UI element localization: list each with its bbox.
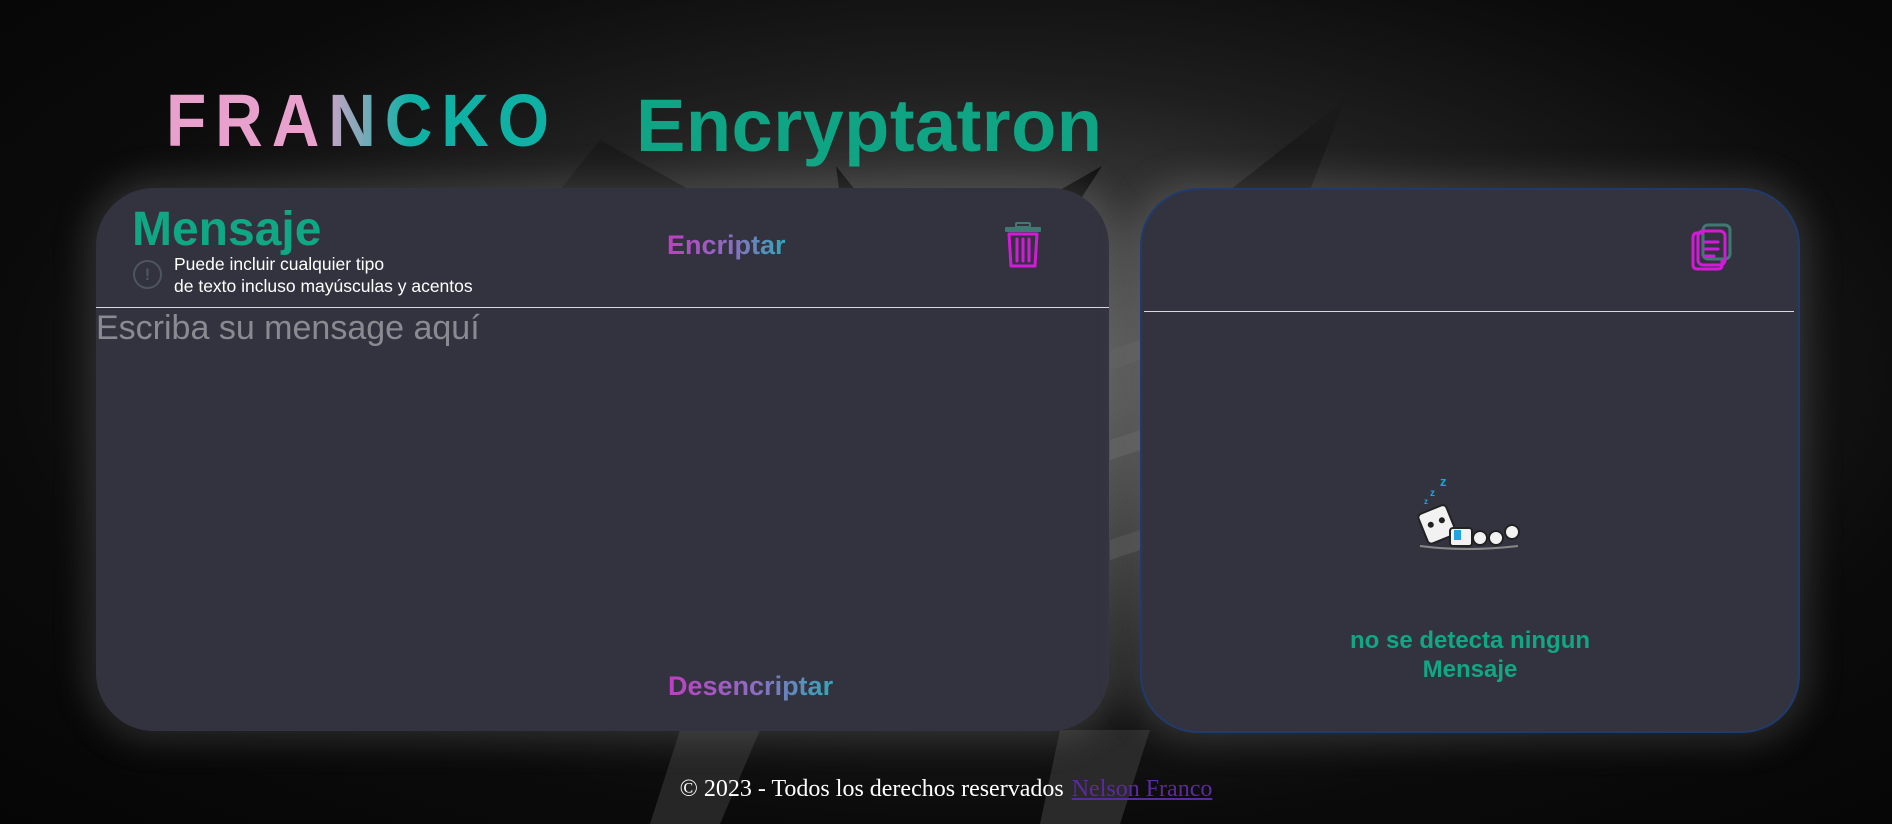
message-section-title: Mensaje xyxy=(132,203,322,256)
exclamation-circle-icon: ! xyxy=(133,260,162,289)
empty-output-message: no se detecta ningun Mensaje xyxy=(1142,626,1798,684)
copy-icon[interactable] xyxy=(1690,223,1734,271)
francko-logo: FRANCKO xyxy=(166,84,558,154)
author-link[interactable]: Nelson Franco xyxy=(1072,776,1213,802)
app-title: Encryptatron xyxy=(636,84,1103,167)
footer: © 2023 - Todos los derechos reservados Ne… xyxy=(0,776,1892,803)
svg-text:z: z xyxy=(1424,497,1428,506)
logo-text: FRANCKO xyxy=(166,84,558,154)
encrypt-button[interactable]: Encriptar xyxy=(667,230,786,261)
svg-text:z: z xyxy=(1430,488,1435,499)
message-input-panel: Mensaje ! Puede incluir cualquier tipo d… xyxy=(96,188,1109,731)
input-hint: Puede incluir cualquier tipo de texto in… xyxy=(174,253,473,297)
decrypt-button[interactable]: Desencriptar xyxy=(668,671,833,702)
input-hint-line2: de texto incluso mayúsculas y acentos xyxy=(174,276,473,296)
svg-text:z: z xyxy=(1440,474,1447,489)
copyright-text: © 2023 - Todos los derechos reservados xyxy=(679,776,1064,802)
trash-icon[interactable] xyxy=(1003,222,1043,268)
sleeping-robot-icon: z z z xyxy=(1417,474,1520,550)
empty-output-line2: Mensaje xyxy=(1422,656,1518,683)
input-hint-line1: Puede incluir cualquier tipo xyxy=(174,254,385,274)
message-input[interactable] xyxy=(96,309,1109,649)
message-output-panel: z z z no se detecta ningun Mensaje xyxy=(1140,188,1800,733)
panel-divider xyxy=(1144,311,1794,312)
panel-divider xyxy=(96,307,1109,308)
empty-output-line1: no se detecta ningun xyxy=(1349,627,1591,654)
